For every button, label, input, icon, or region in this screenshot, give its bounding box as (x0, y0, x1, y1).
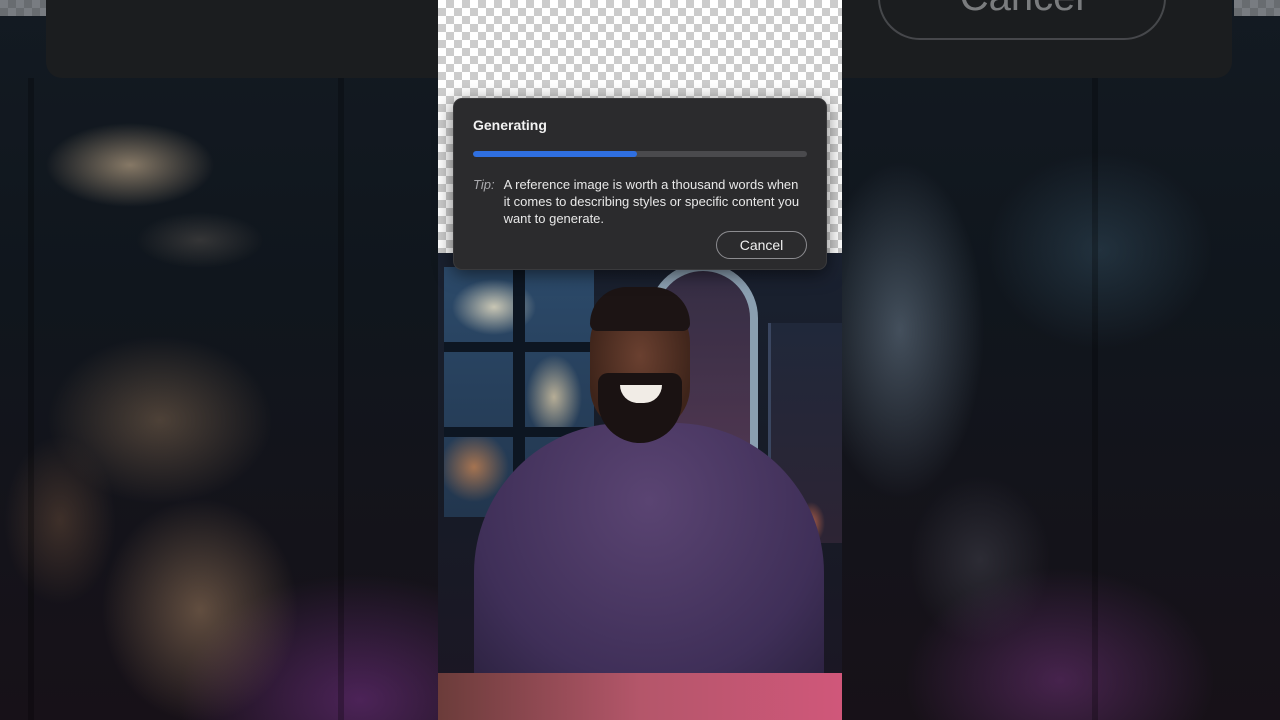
background-checker (0, 0, 46, 16)
background-divider (28, 78, 34, 720)
background-divider (1092, 78, 1098, 720)
background-divider (338, 78, 344, 720)
person-hair (590, 287, 690, 331)
progress-bar (473, 151, 807, 157)
progress-fill (473, 151, 637, 157)
tip-label: Tip: (473, 177, 495, 192)
photo-table (438, 673, 842, 720)
background-checker (1234, 0, 1280, 16)
person-body (474, 423, 824, 683)
dialog-title: Generating (473, 117, 547, 133)
generating-dialog: Generating Tip: A reference image is wor… (453, 98, 827, 270)
cancel-button[interactable]: Cancel (716, 231, 807, 259)
canvas-photo (438, 253, 842, 720)
background-cancel-blurred: Cancel (878, 0, 1166, 40)
tip-text: A reference image is worth a thousand wo… (503, 177, 800, 226)
tip: Tip: A reference image is worth a thousa… (473, 176, 813, 227)
